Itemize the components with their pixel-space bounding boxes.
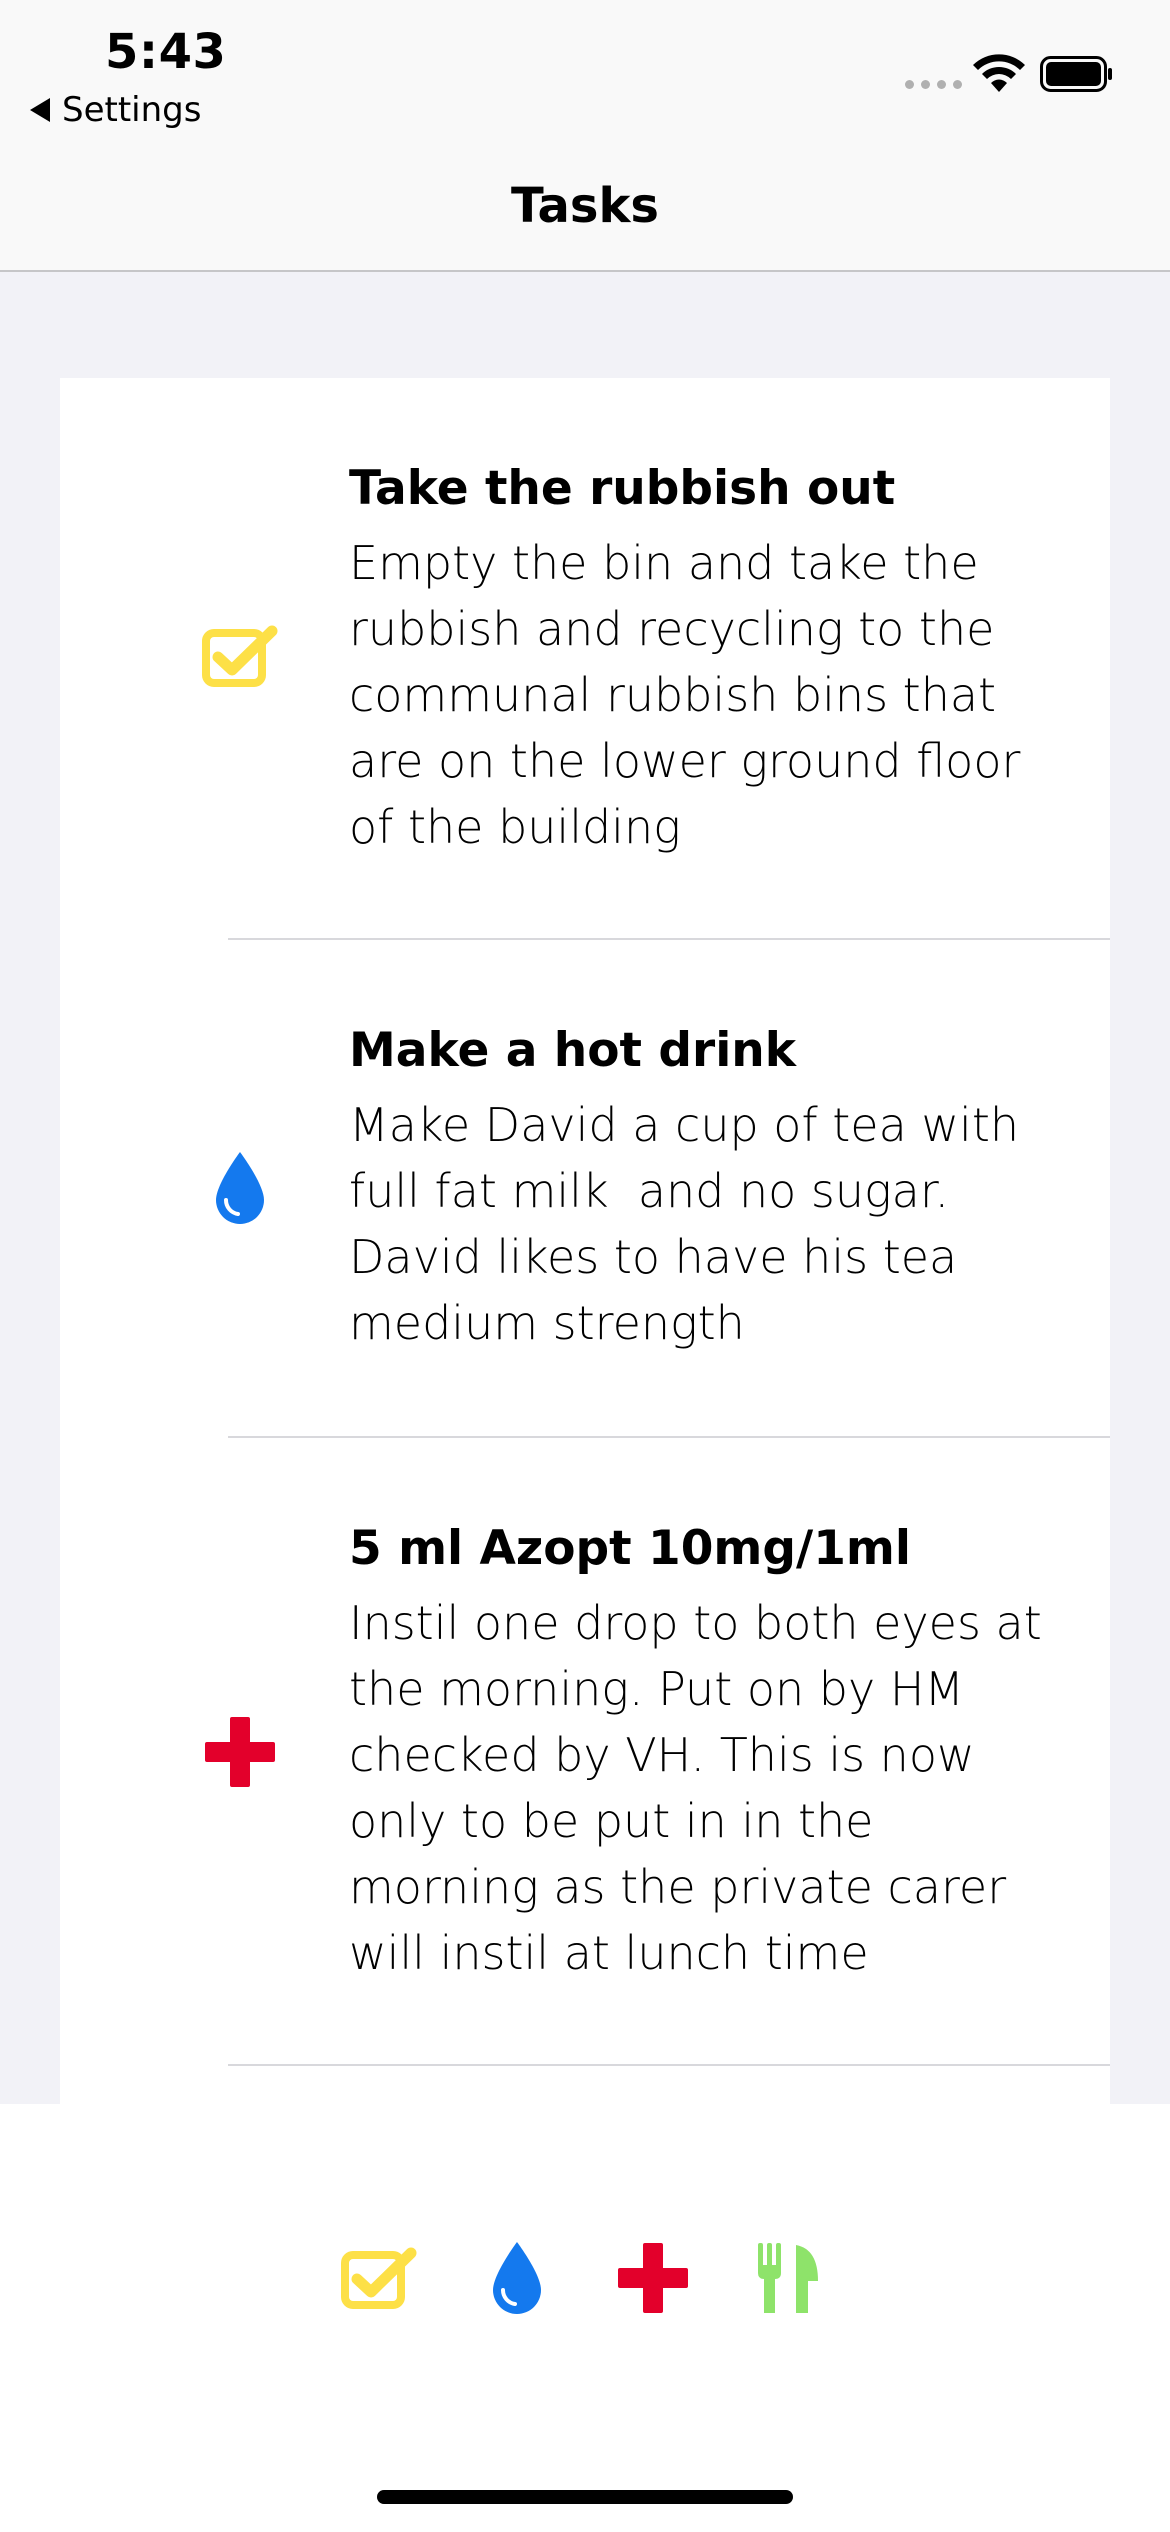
navigation-header: 5:43 Settings Tasks <box>0 0 1170 272</box>
task-list: Take the rubbish out Empty the bin and t… <box>60 378 1110 2104</box>
water-drop-icon <box>200 1148 280 1228</box>
cellular-signal-icon <box>905 80 962 89</box>
checkbox-icon <box>200 616 280 696</box>
task-title: Take the rubbish out <box>349 461 896 516</box>
row-divider <box>228 2064 1110 2066</box>
water-drop-icon[interactable] <box>477 2238 557 2318</box>
home-indicator[interactable] <box>377 2490 793 2504</box>
task-description: Make David a cup of tea with full fat mi… <box>349 1098 1020 1350</box>
task-row[interactable]: Take the rubbish out Empty the bin and t… <box>60 378 1110 938</box>
status-time: 5:43 <box>105 24 227 80</box>
category-tab-bar <box>0 2104 1170 2532</box>
task-title: 5 ml Azopt 10mg/1ml <box>349 1521 911 1576</box>
medical-cross-icon[interactable] <box>613 2238 693 2318</box>
wifi-icon <box>973 54 1025 92</box>
back-link-label: Settings <box>62 90 202 130</box>
back-arrow-icon <box>30 98 50 122</box>
medical-cross-icon <box>200 1712 280 1792</box>
task-row[interactable]: Make a hot drink Make David a cup of tea… <box>60 940 1110 1436</box>
back-to-settings-link[interactable]: Settings <box>30 90 201 130</box>
task-description: Empty the bin and take the rubbish and r… <box>349 536 1021 854</box>
page-title: Tasks <box>510 178 659 234</box>
fork-knife-icon[interactable] <box>748 2238 828 2318</box>
task-description: Instil one drop to both eyes at the morn… <box>349 1596 1042 1980</box>
task-row[interactable]: 5 ml Azopt 10mg/1ml Instil one drop to b… <box>60 1438 1110 2064</box>
battery-icon <box>1040 56 1112 92</box>
checkbox-icon[interactable] <box>339 2238 419 2318</box>
task-title: Make a hot drink <box>349 1023 797 1078</box>
